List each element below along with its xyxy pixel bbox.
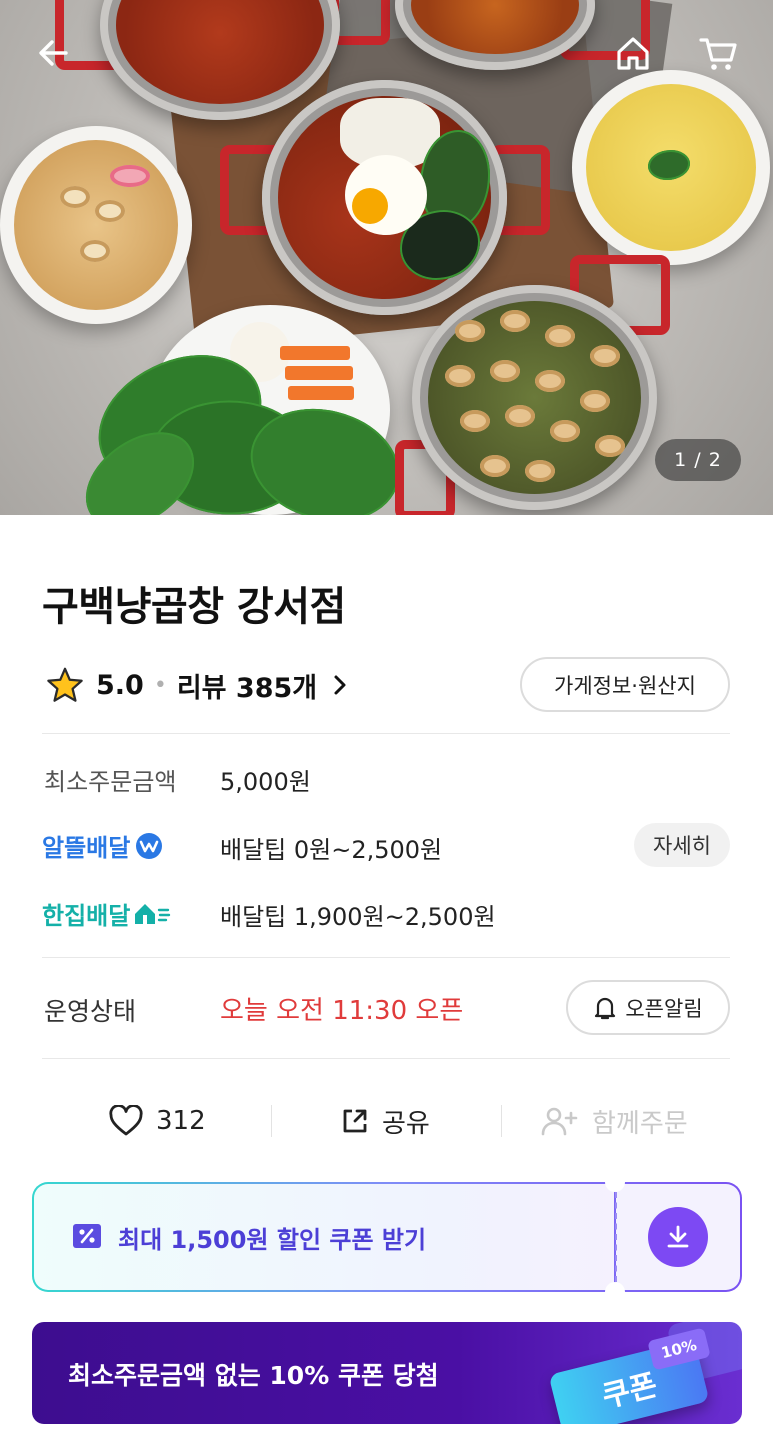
add-person-icon [541,1107,578,1136]
carrot [280,346,350,360]
gopchang [445,365,475,387]
ticket-label: 쿠폰 [598,1367,661,1416]
chevron-right-icon [334,675,346,695]
delivery-brand-label: 알뜰배달 [42,834,131,862]
rating-row[interactable]: 5.0 • 리뷰 385개 [46,664,349,706]
store-info-button[interactable]: 가게정보·원산지 [520,657,730,712]
fishcake-soup-bowl [0,126,192,324]
gopchang [500,310,530,332]
gopchang [525,460,555,482]
group-order-label: 함께주문 [592,1108,688,1139]
gopchang [455,320,485,342]
divider [42,1058,730,1059]
discount-coupon-icon [73,1224,101,1248]
share-button[interactable]: 공유 [340,1096,430,1146]
promo-banner-text: 최소주문금액 없는 10% 쿠폰 당첨 [68,1361,439,1390]
coupon-notch [605,1282,625,1302]
cart-button[interactable] [690,25,746,81]
back-button[interactable] [26,25,82,81]
action-separator [501,1105,502,1137]
divider [42,957,730,958]
alddeul-badge-icon [136,832,163,859]
carrot [288,386,354,400]
status-label: 운영상태 [44,997,137,1026]
carrot [285,366,353,380]
gopchang [505,405,535,427]
open-alarm-label: 오픈알림 [625,996,703,1021]
download-icon [667,1225,689,1248]
like-count: 312 [156,1106,206,1136]
like-button[interactable]: 312 [108,1096,206,1146]
gopchang [535,370,565,392]
open-alarm-button[interactable]: 오픈알림 [566,980,730,1035]
gopchang [580,390,610,412]
delivery-fee-alddeul: 배달팁 0원~2,500원 [220,836,443,864]
gopchang [460,410,490,432]
group-order-button[interactable]: 함께주문 [540,1096,688,1146]
cart-icon [699,38,737,70]
star-icon [47,667,83,702]
coupon-download-card[interactable]: 최대 1,500원 할인 쿠폰 받기 [32,1172,742,1302]
divider [42,733,730,734]
promo-banner[interactable]: 최소주문금액 없는 10% 쿠폰 당첨 쿠폰 10% [32,1322,742,1424]
share-icon [343,1109,367,1133]
gopchang [480,455,510,477]
home-button[interactable] [605,25,661,81]
delivery-brand-label: 한집배달 [42,902,131,930]
min-order-value: 5,000원 [220,768,311,796]
coupon-text: 최대 1,500원 할인 쿠폰 받기 [118,1226,427,1254]
bell-icon [595,997,616,1019]
coupon-notch [605,1172,625,1192]
fishcake [60,186,90,208]
gopchang [595,435,625,457]
review-count-link[interactable]: 리뷰 385개 [177,666,317,705]
store-name: 구백냥곱창 강서점 [42,584,346,630]
gopchang [545,325,575,347]
gopchang [490,360,520,382]
store-hero-image[interactable]: 1 / 2 [0,0,773,515]
delivery-fee-hanjip: 배달팁 1,900원~2,500원 [220,903,496,931]
back-arrow-icon [39,40,68,66]
fishcake [110,165,150,187]
rating-value: 5.0 [96,669,144,701]
min-order-label: 최소주문금액 [44,768,177,796]
separator-dot: • [153,672,167,698]
heart-icon [109,1105,143,1136]
fishcake [95,200,125,222]
gopchang [590,345,620,367]
coupon-perforation [615,1192,617,1282]
action-separator [271,1105,272,1137]
hanjip-badge-icon [135,903,171,924]
delivery-brand-hanjip: 한집배달 [42,896,172,931]
fishcake [80,240,110,262]
status-value: 오늘 오전 11:30 오픈 [220,996,464,1026]
image-page-indicator: 1 / 2 [655,439,741,481]
home-icon [617,37,649,70]
egg-yolk [352,188,388,224]
gopchang [550,420,580,442]
delivery-brand-alddeul: 알뜰배달 [42,828,164,863]
delivery-detail-button[interactable]: 자세히 [634,823,730,867]
coupon-download-button[interactable] [648,1207,708,1267]
share-label: 공유 [382,1108,430,1139]
